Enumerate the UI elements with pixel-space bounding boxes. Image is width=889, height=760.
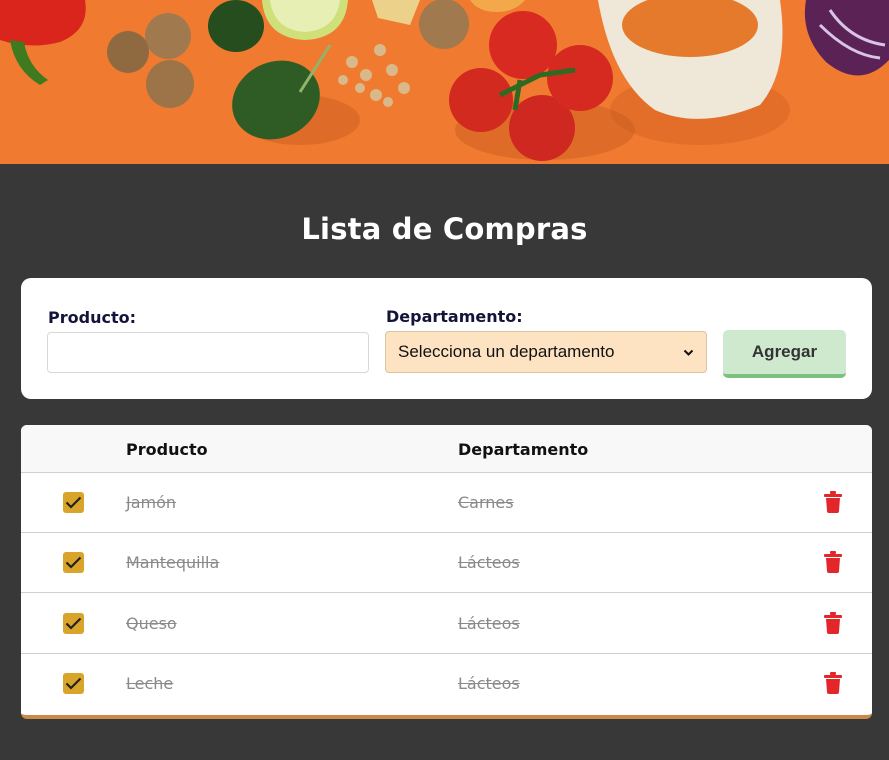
- trash-icon[interactable]: [824, 672, 842, 694]
- item-department: Lácteos: [458, 614, 520, 633]
- item-product: Leche: [126, 674, 174, 693]
- item-product: Queso: [126, 614, 177, 633]
- item-checkbox[interactable]: [63, 613, 84, 634]
- check-icon: [65, 556, 82, 569]
- product-label: Producto:: [48, 308, 136, 327]
- table-header: Producto Departamento: [21, 425, 872, 473]
- check-icon: [65, 496, 82, 509]
- page-title: Lista de Compras: [301, 212, 588, 246]
- department-select-value: Selecciona un departamento: [398, 342, 615, 361]
- check-icon: [65, 677, 82, 690]
- item-product: Mantequilla: [126, 553, 220, 572]
- check-icon: [65, 617, 82, 630]
- table-row: Leche Lácteos: [21, 654, 872, 714]
- item-checkbox[interactable]: [63, 492, 84, 513]
- add-product-form: Producto: Departamento: Selecciona un de…: [21, 278, 872, 399]
- trash-icon[interactable]: [824, 612, 842, 634]
- table-row: Mantequilla Lácteos: [21, 533, 872, 593]
- header-department: Departamento: [458, 440, 589, 459]
- item-checkbox[interactable]: [63, 673, 84, 694]
- shopping-list-table: Producto Departamento Jamón Carnes Mante…: [21, 425, 872, 719]
- chevron-down-icon: [683, 349, 694, 356]
- vegetables-illustration: [0, 0, 889, 164]
- trash-icon[interactable]: [824, 551, 842, 573]
- header-product: Producto: [126, 440, 208, 459]
- item-checkbox[interactable]: [63, 552, 84, 573]
- table-row: Queso Lácteos: [21, 594, 872, 654]
- trash-icon[interactable]: [824, 491, 842, 513]
- product-input[interactable]: [47, 332, 369, 373]
- item-product: Jamón: [126, 493, 177, 512]
- department-label: Departamento:: [386, 307, 523, 326]
- department-select[interactable]: Selecciona un departamento: [385, 331, 707, 373]
- add-button[interactable]: Agregar: [723, 330, 846, 378]
- item-department: Carnes: [458, 493, 514, 512]
- item-department: Lácteos: [458, 674, 520, 693]
- item-department: Lácteos: [458, 553, 520, 572]
- table-row: Jamón Carnes: [21, 473, 872, 533]
- hero-banner: [0, 0, 889, 164]
